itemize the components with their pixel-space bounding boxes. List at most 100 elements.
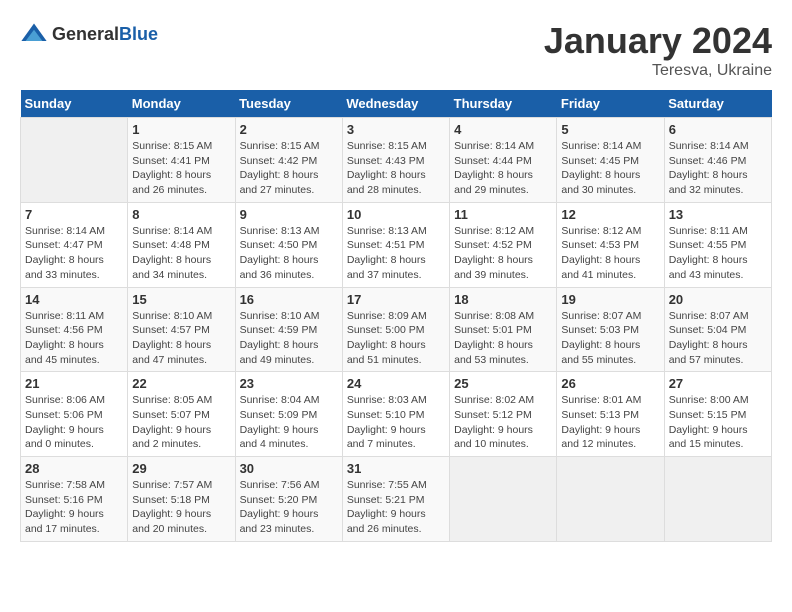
day-detail: Sunrise: 8:04 AMSunset: 5:09 PMDaylight:…	[240, 393, 338, 452]
day-detail: Sunrise: 8:05 AMSunset: 5:07 PMDaylight:…	[132, 393, 230, 452]
calendar-cell: 24 Sunrise: 8:03 AMSunset: 5:10 PMDayligh…	[342, 372, 449, 457]
day-detail: Sunrise: 8:15 AMSunset: 4:43 PMDaylight:…	[347, 139, 445, 198]
day-detail: Sunrise: 8:11 AMSunset: 4:55 PMDaylight:…	[669, 224, 767, 283]
day-detail: Sunrise: 8:14 AMSunset: 4:44 PMDaylight:…	[454, 139, 552, 198]
calendar-cell: 13 Sunrise: 8:11 AMSunset: 4:55 PMDayligh…	[664, 202, 771, 287]
day-number: 8	[132, 207, 230, 222]
day-number: 16	[240, 292, 338, 307]
day-number: 4	[454, 122, 552, 137]
day-detail: Sunrise: 8:13 AMSunset: 4:50 PMDaylight:…	[240, 224, 338, 283]
day-detail: Sunrise: 8:02 AMSunset: 5:12 PMDaylight:…	[454, 393, 552, 452]
calendar-cell: 31Sunrise: 7:55 AMSunset: 5:21 PMDayligh…	[342, 457, 449, 542]
day-detail: Sunrise: 8:14 AMSunset: 4:46 PMDaylight:…	[669, 139, 767, 198]
day-number: 19	[561, 292, 659, 307]
day-number: 1	[132, 122, 230, 137]
calendar-cell	[664, 457, 771, 542]
calendar-cell: 12Sunrise: 8:12 AMSunset: 4:53 PMDayligh…	[557, 202, 664, 287]
day-detail: Sunrise: 8:14 AMSunset: 4:47 PMDaylight:…	[25, 224, 123, 283]
day-number: 12	[561, 207, 659, 222]
calendar-cell: 19 Sunrise: 8:07 AMSunset: 5:03 PMDayligh…	[557, 287, 664, 372]
week-row-1: 1 Sunrise: 8:15 AMSunset: 4:41 PMDaylight…	[21, 118, 772, 203]
week-row-2: 7 Sunrise: 8:14 AMSunset: 4:47 PMDaylight…	[21, 202, 772, 287]
calendar-cell: 5Sunrise: 8:14 AMSunset: 4:45 PMDaylight…	[557, 118, 664, 203]
day-number: 11	[454, 207, 552, 222]
calendar-cell: 25 Sunrise: 8:02 AMSunset: 5:12 PMDayligh…	[450, 372, 557, 457]
day-detail: Sunrise: 8:08 AMSunset: 5:01 PMDaylight:…	[454, 309, 552, 368]
calendar-cell	[557, 457, 664, 542]
calendar-cell: 6 Sunrise: 8:14 AMSunset: 4:46 PMDaylight…	[664, 118, 771, 203]
day-number: 22	[132, 376, 230, 391]
day-number: 10	[347, 207, 445, 222]
calendar-cell: 28 Sunrise: 7:58 AMSunset: 5:16 PMDayligh…	[21, 457, 128, 542]
day-detail: Sunrise: 7:57 AMSunset: 5:18 PMDaylight:…	[132, 478, 230, 537]
calendar-cell: 9 Sunrise: 8:13 AMSunset: 4:50 PMDaylight…	[235, 202, 342, 287]
day-number: 17	[347, 292, 445, 307]
header-day-thursday: Thursday	[450, 90, 557, 118]
day-number: 3	[347, 122, 445, 137]
calendar-cell: 17 Sunrise: 8:09 AMSunset: 5:00 PMDayligh…	[342, 287, 449, 372]
day-detail: Sunrise: 7:55 AMSunset: 5:21 PMDaylight:…	[347, 478, 445, 537]
day-number: 20	[669, 292, 767, 307]
day-detail: Sunrise: 8:07 AMSunset: 5:04 PMDaylight:…	[669, 309, 767, 368]
logo-icon	[20, 20, 48, 48]
day-detail: Sunrise: 8:01 AMSunset: 5:13 PMDaylight:…	[561, 393, 659, 452]
day-detail: Sunrise: 8:10 AMSunset: 4:57 PMDaylight:…	[132, 309, 230, 368]
calendar-cell: 14Sunrise: 8:11 AMSunset: 4:56 PMDayligh…	[21, 287, 128, 372]
calendar-cell: 16 Sunrise: 8:10 AMSunset: 4:59 PMDayligh…	[235, 287, 342, 372]
week-row-4: 21 Sunrise: 8:06 AMSunset: 5:06 PMDayligh…	[21, 372, 772, 457]
calendar-cell: 29Sunrise: 7:57 AMSunset: 5:18 PMDayligh…	[128, 457, 235, 542]
day-detail: Sunrise: 8:13 AMSunset: 4:51 PMDaylight:…	[347, 224, 445, 283]
calendar-cell: 30Sunrise: 7:56 AMSunset: 5:20 PMDayligh…	[235, 457, 342, 542]
header-day-monday: Monday	[128, 90, 235, 118]
day-number: 28	[25, 461, 123, 476]
day-number: 26	[561, 376, 659, 391]
calendar-table: SundayMondayTuesdayWednesdayThursdayFrid…	[20, 90, 772, 542]
calendar-cell: 27 Sunrise: 8:00 AMSunset: 5:15 PMDayligh…	[664, 372, 771, 457]
calendar-cell: 21 Sunrise: 8:06 AMSunset: 5:06 PMDayligh…	[21, 372, 128, 457]
calendar-cell: 23 Sunrise: 8:04 AMSunset: 5:09 PMDayligh…	[235, 372, 342, 457]
day-detail: Sunrise: 8:15 AMSunset: 4:42 PMDaylight:…	[240, 139, 338, 198]
day-number: 2	[240, 122, 338, 137]
logo-blue: Blue	[119, 24, 158, 44]
day-number: 7	[25, 207, 123, 222]
day-detail: Sunrise: 8:15 AMSunset: 4:41 PMDaylight:…	[132, 139, 230, 198]
day-number: 25	[454, 376, 552, 391]
day-detail: Sunrise: 8:09 AMSunset: 5:00 PMDaylight:…	[347, 309, 445, 368]
month-title: January 2024	[544, 20, 772, 62]
calendar-cell: 11Sunrise: 8:12 AMSunset: 4:52 PMDayligh…	[450, 202, 557, 287]
day-number: 6	[669, 122, 767, 137]
day-detail: Sunrise: 8:03 AMSunset: 5:10 PMDaylight:…	[347, 393, 445, 452]
day-detail: Sunrise: 7:58 AMSunset: 5:16 PMDaylight:…	[25, 478, 123, 537]
week-row-5: 28 Sunrise: 7:58 AMSunset: 5:16 PMDayligh…	[21, 457, 772, 542]
day-detail: Sunrise: 8:14 AMSunset: 4:45 PMDaylight:…	[561, 139, 659, 198]
day-number: 13	[669, 207, 767, 222]
day-detail: Sunrise: 8:07 AMSunset: 5:03 PMDaylight:…	[561, 309, 659, 368]
calendar-cell	[21, 118, 128, 203]
day-detail: Sunrise: 8:00 AMSunset: 5:15 PMDaylight:…	[669, 393, 767, 452]
day-number: 21	[25, 376, 123, 391]
calendar-cell: 26 Sunrise: 8:01 AMSunset: 5:13 PMDayligh…	[557, 372, 664, 457]
calendar-cell	[450, 457, 557, 542]
logo-general: General	[52, 24, 119, 44]
day-number: 9	[240, 207, 338, 222]
calendar-cell: 2 Sunrise: 8:15 AMSunset: 4:42 PMDaylight…	[235, 118, 342, 203]
day-detail: Sunrise: 8:06 AMSunset: 5:06 PMDaylight:…	[25, 393, 123, 452]
logo: GeneralBlue	[20, 20, 158, 48]
page-header: GeneralBlue January 2024 Teresva, Ukrain…	[20, 20, 772, 80]
day-number: 27	[669, 376, 767, 391]
day-detail: Sunrise: 7:56 AMSunset: 5:20 PMDaylight:…	[240, 478, 338, 537]
header-day-friday: Friday	[557, 90, 664, 118]
day-detail: Sunrise: 8:10 AMSunset: 4:59 PMDaylight:…	[240, 309, 338, 368]
header-row: SundayMondayTuesdayWednesdayThursdayFrid…	[21, 90, 772, 118]
day-number: 24	[347, 376, 445, 391]
title-block: January 2024 Teresva, Ukraine	[544, 20, 772, 80]
calendar-cell: 15Sunrise: 8:10 AMSunset: 4:57 PMDayligh…	[128, 287, 235, 372]
day-number: 14	[25, 292, 123, 307]
calendar-header: SundayMondayTuesdayWednesdayThursdayFrid…	[21, 90, 772, 118]
header-day-sunday: Sunday	[21, 90, 128, 118]
calendar-cell: 8Sunrise: 8:14 AMSunset: 4:48 PMDaylight…	[128, 202, 235, 287]
day-number: 23	[240, 376, 338, 391]
calendar-cell: 10 Sunrise: 8:13 AMSunset: 4:51 PMDayligh…	[342, 202, 449, 287]
calendar-cell: 20 Sunrise: 8:07 AMSunset: 5:04 PMDayligh…	[664, 287, 771, 372]
calendar-cell: 22 Sunrise: 8:05 AMSunset: 5:07 PMDayligh…	[128, 372, 235, 457]
